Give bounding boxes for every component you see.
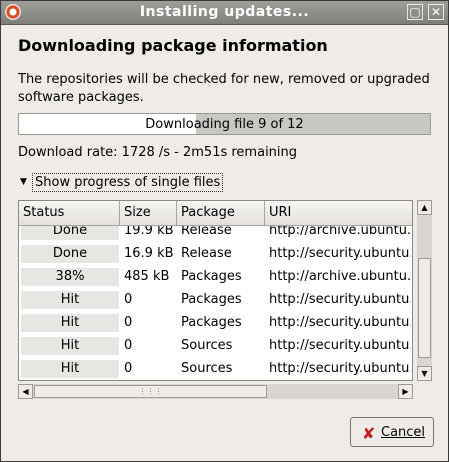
table-row[interactable]: Hit 0 Packages http://security.ubuntu. [19, 289, 412, 311]
cancel-x-icon: ✘ [362, 424, 376, 443]
files-table: Status Size Package URI Done 19.9 kB Relea… [18, 200, 413, 381]
uri-cell: http://security.ubuntu. [269, 338, 411, 353]
table-row[interactable]: Done 16.9 kB Release http://security.ubuntu… [19, 243, 412, 265]
status-cell: Hit [21, 314, 119, 332]
column-header-uri[interactable]: URI [265, 201, 412, 226]
scroll-up-icon[interactable]: ▲ [417, 200, 432, 215]
uri-cell: http://security.ubuntu. [269, 361, 411, 376]
package-cell: Sources [181, 338, 233, 353]
download-rate: Download rate: 1728 /s - 2m51s remaining [18, 145, 298, 160]
update-window: Installing updates... ▢ ✕ Downloading pa… [0, 0, 449, 462]
table-row[interactable]: Done 19.9 kB Release http://archive.ubuntu. [19, 226, 412, 242]
package-cell: Release [181, 226, 232, 238]
table-row[interactable]: 38% 485 kB Packages http://archive.ubuntu. [19, 266, 412, 288]
vertical-scroll-thumb[interactable] [418, 258, 431, 358]
page-title: Downloading package information [18, 36, 328, 55]
status-cell: 38% [21, 268, 119, 286]
uri-cell: http://security.ubuntu. [269, 315, 411, 330]
cancel-label: Cancel [381, 425, 426, 440]
status-cell: Hit [21, 337, 119, 355]
package-cell: Sources [181, 361, 233, 376]
uri-cell: http://archive.ubuntu. [269, 226, 411, 238]
package-cell: Packages [181, 315, 242, 330]
close-icon[interactable]: ✕ [428, 4, 444, 20]
package-cell: Packages [181, 292, 242, 307]
status-cell: Hit [21, 291, 119, 309]
status-cell: Hit [21, 360, 119, 378]
window-title: Installing updates... [139, 4, 310, 20]
progress-bar: Downloading file 9 of 12 [18, 113, 431, 135]
status-cell: Done [21, 226, 119, 240]
scroll-right-icon[interactable]: ▶ [398, 384, 413, 399]
column-header-package[interactable]: Package [177, 201, 265, 226]
scroll-left-icon[interactable]: ◀ [18, 384, 33, 399]
uri-cell: http://security.ubuntu. [269, 292, 411, 307]
horizontal-scrollbar[interactable]: ◀ ⋮⋮⋮ ▶ [18, 384, 413, 399]
status-cell: Done [21, 245, 119, 263]
column-header-size[interactable]: Size [120, 201, 177, 226]
description-text: The repositories will be checked for new… [18, 72, 430, 105]
uri-cell: http://archive.ubuntu. [269, 269, 411, 284]
package-cell: Packages [181, 269, 242, 284]
progress-text: Downloading file 9 of 12 [145, 117, 304, 132]
expander-label[interactable]: Show progress of single files [32, 173, 224, 192]
uri-cell: http://security.ubuntu. [269, 246, 411, 261]
table-row[interactable]: Hit 0 Packages http://security.ubuntu. [19, 312, 412, 334]
scroll-down-icon[interactable]: ▼ [417, 366, 432, 381]
title-bar[interactable]: Installing updates... ▢ ✕ [1, 1, 448, 25]
expander-arrow-icon[interactable]: ▼ [20, 177, 27, 187]
cancel-button[interactable]: ✘ Cancel [350, 417, 434, 447]
vertical-scrollbar[interactable]: ▲ ▼ [417, 200, 432, 381]
column-header-status[interactable]: Status [19, 201, 120, 226]
minimize-icon[interactable]: ▢ [407, 4, 423, 20]
package-cell: Release [181, 246, 232, 261]
horizontal-scroll-thumb[interactable]: ⋮⋮⋮ [34, 385, 267, 398]
table-row[interactable]: Hit 0 Sources http://security.ubuntu. [19, 358, 412, 380]
table-body: Done 19.9 kB Release http://archive.ubuntu.… [19, 226, 412, 380]
table-row[interactable]: Hit 0 Sources http://security.ubuntu. [19, 335, 412, 357]
